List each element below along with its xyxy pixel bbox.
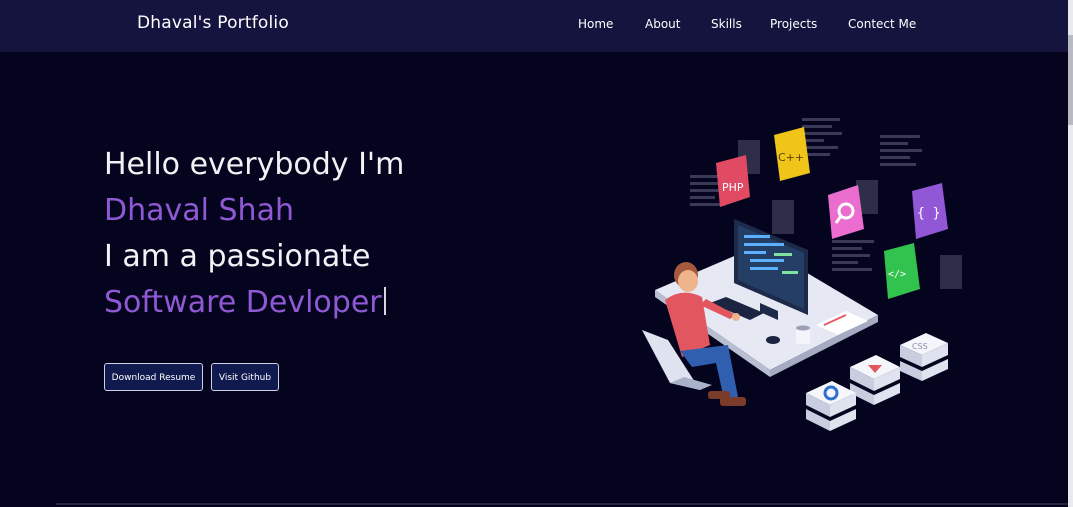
play-icon [850, 355, 900, 405]
hero-greeting: Hello everybody I'm [104, 147, 405, 182]
braces-badge-icon: { } [912, 183, 948, 239]
svg-text:C++: C++ [778, 151, 804, 164]
visit-github-button[interactable]: Visit Github [211, 363, 279, 391]
developer-illustration: PHP C++ { } </> CSS [642, 118, 962, 431]
css-block-stack-icon: CSS [900, 333, 948, 381]
svg-text:CSS: CSS [912, 342, 928, 351]
hero-name: Dhaval Shah [104, 193, 294, 228]
svg-text:PHP: PHP [722, 181, 744, 194]
svg-text:</>: </> [888, 269, 906, 280]
hero-role: Software Devloper [104, 285, 386, 321]
site-brand[interactable]: Dhaval's Portfolio [137, 13, 289, 33]
mouse [766, 336, 780, 344]
gear-icon [806, 381, 856, 431]
section-divider [56, 503, 1068, 505]
typed-role-text: Software Devloper [104, 285, 382, 320]
nav-link-skills[interactable]: Skills [711, 17, 742, 31]
navbar: Dhaval's Portfolio Home About Skills Pro… [0, 0, 1068, 52]
search-icon [828, 185, 864, 239]
nav-link-home[interactable]: Home [578, 17, 613, 31]
nav-link-contact[interactable]: Contect Me [848, 17, 916, 31]
nav-link-about[interactable]: About [645, 17, 680, 31]
nav-link-projects[interactable]: Projects [770, 17, 817, 31]
download-resume-button[interactable]: Download Resume [104, 363, 203, 391]
php-badge-icon: PHP [716, 155, 750, 207]
typing-cursor [383, 287, 386, 315]
cpp-badge-icon: C++ [774, 127, 810, 181]
code-tag-badge-icon: </> [884, 243, 920, 299]
hero-intro: I am a passionate [104, 239, 371, 274]
svg-text:{ }: { } [917, 206, 940, 221]
scrollbar-thumb[interactable] [1068, 35, 1073, 125]
